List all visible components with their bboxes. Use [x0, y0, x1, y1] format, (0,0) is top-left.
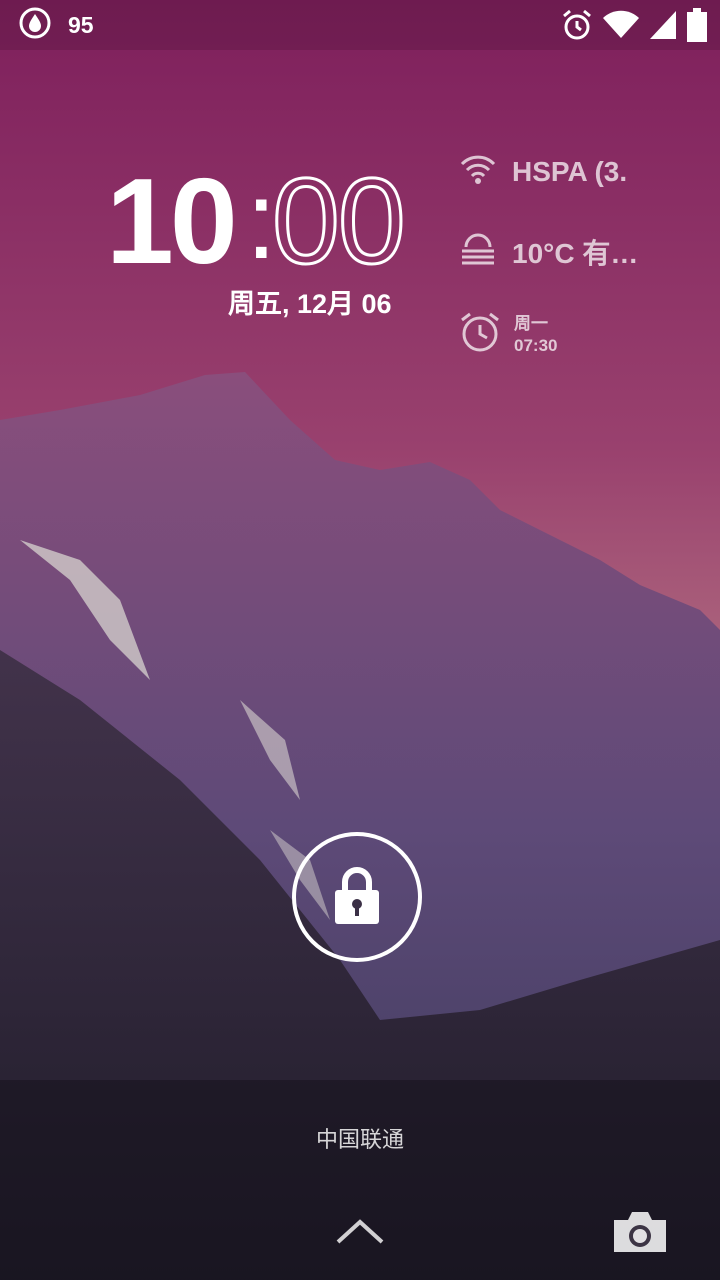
- cell-signal-icon: [648, 9, 678, 41]
- alarm-text: 周一 07:30: [514, 313, 557, 357]
- wifi-icon: [602, 10, 640, 40]
- clock-minutes: 00: [271, 153, 408, 289]
- status-right-group: [552, 6, 708, 44]
- notification-count: 95: [68, 11, 94, 38]
- alarm-clock-icon: [560, 8, 594, 42]
- chevron-up-icon[interactable]: [332, 1214, 388, 1248]
- carrier-label: 中国联通: [315, 1128, 404, 1153]
- battery-icon: [686, 8, 708, 42]
- unlock-button[interactable]: [292, 832, 422, 962]
- alarm-time: 07:30: [514, 335, 558, 355]
- clock-hours: 10: [106, 153, 238, 289]
- status-left-group: 95: [18, 6, 94, 44]
- weather-text: 10°C 有…: [512, 238, 639, 269]
- lock-date: 周五, 12月 06: [228, 289, 392, 319]
- water-drop-badge-icon: [18, 6, 52, 44]
- alarm-clock-icon: [458, 310, 502, 359]
- network-type-text: HSPA (3.: [512, 155, 628, 187]
- padlock-icon: [331, 864, 383, 930]
- wifi-icon: [458, 152, 498, 191]
- network-widget: HSPA (3.: [458, 152, 627, 191]
- lock-screen: 95 10: 00 周五, 12月 06 HSPA (3. 10°C 有… 周…: [0, 0, 720, 1280]
- camera-icon[interactable]: [610, 1208, 670, 1256]
- fog-icon: [458, 233, 498, 272]
- next-alarm-widget: 周一 07:30: [458, 310, 557, 359]
- weather-widget: 10°C 有…: [458, 232, 638, 272]
- alarm-day: 周一: [514, 313, 548, 333]
- status-bar: 95: [0, 0, 720, 50]
- lock-clock: 10 : 00: [106, 153, 426, 289]
